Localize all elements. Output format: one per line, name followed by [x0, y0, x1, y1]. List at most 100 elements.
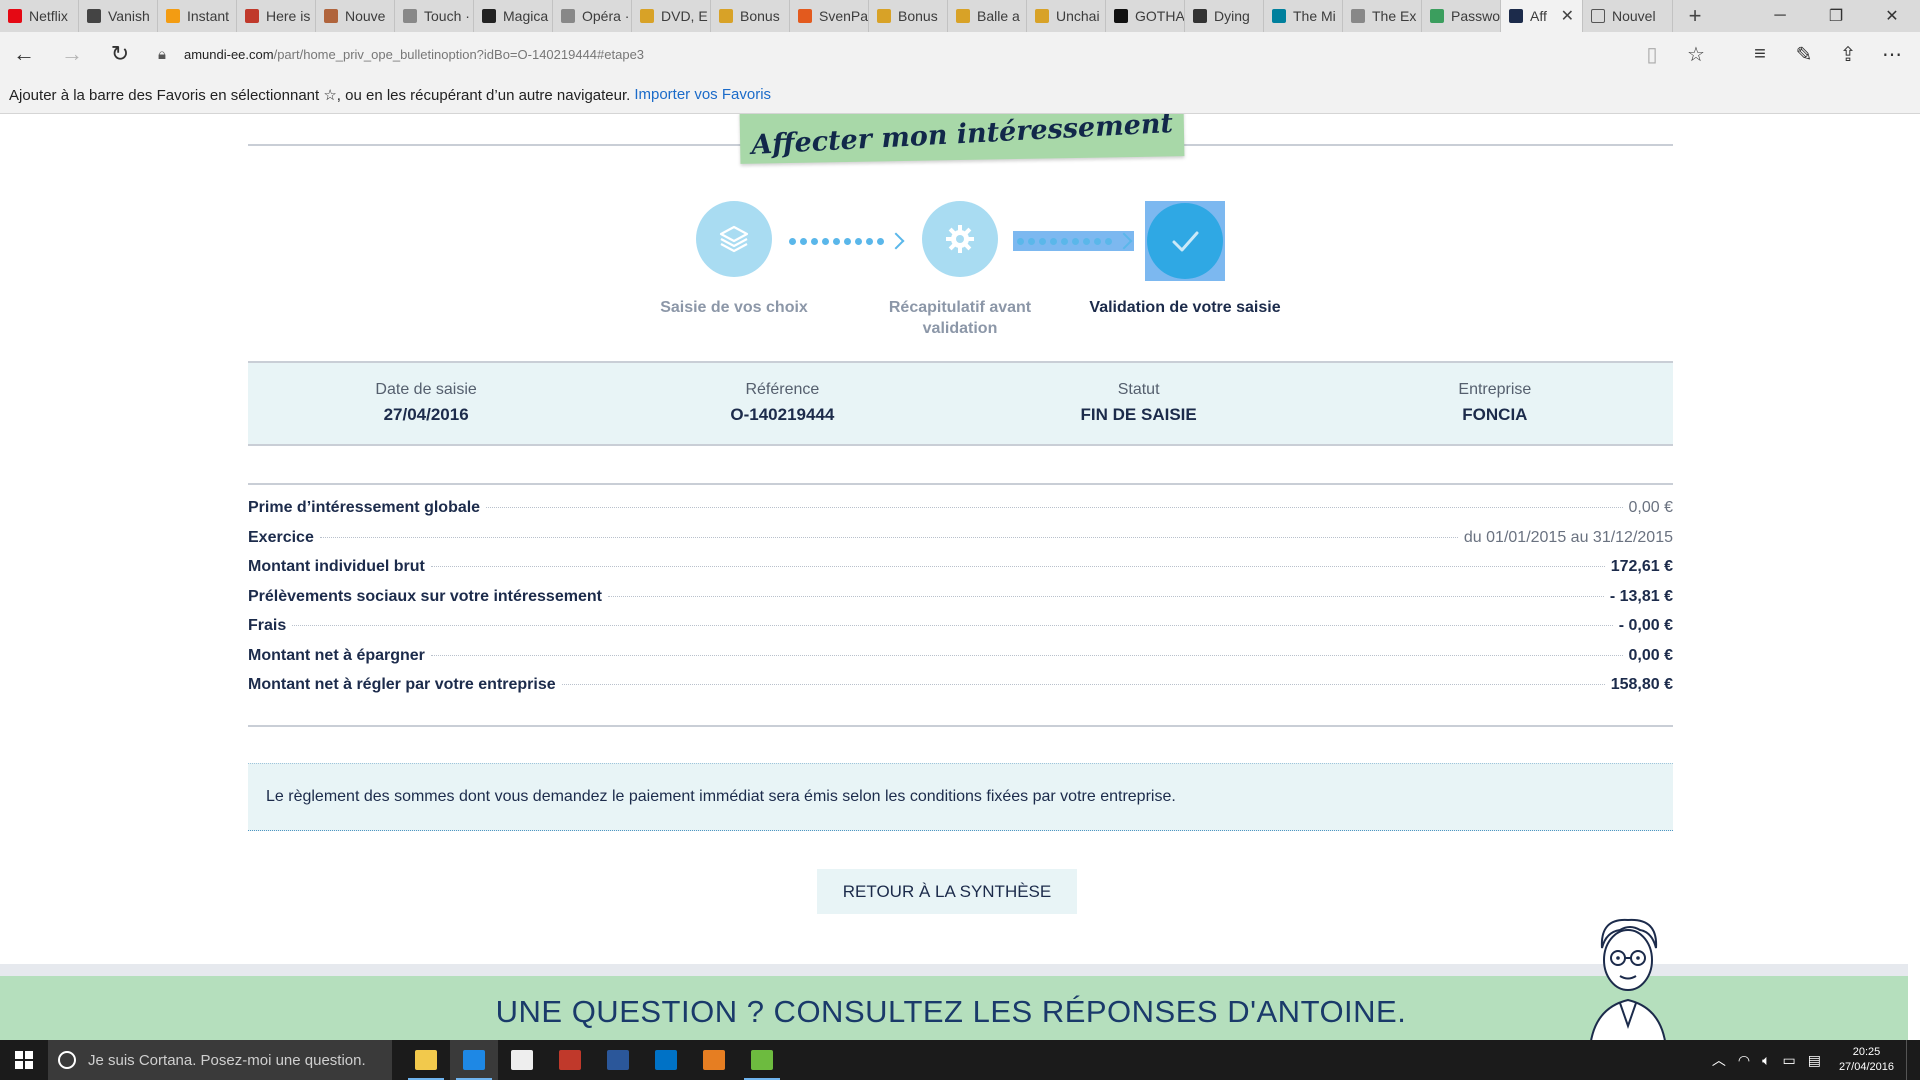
outlook-icon: [655, 1050, 677, 1070]
page-content: Affecter mon intéressement Saisie de vos…: [0, 114, 1920, 1048]
tab-active[interactable]: Aff ✕: [1501, 0, 1583, 32]
import-favorites-link[interactable]: Importer vos Favoris: [634, 86, 771, 103]
tab-15[interactable]: Dying: [1185, 0, 1264, 32]
summary-date: Date de saisie 27/04/2016: [248, 363, 604, 444]
summary-value: FIN DE SAISIE: [1080, 405, 1197, 424]
tab-7[interactable]: Opéra ·: [553, 0, 632, 32]
step-2-label: Récapitulatif avant validation: [888, 299, 1032, 337]
netflix-icon: [8, 9, 22, 23]
refresh-icon[interactable]: ↻: [96, 32, 144, 76]
url-host: amundi-ee.com: [183, 46, 274, 62]
taskbar-app-6[interactable]: [690, 1040, 738, 1080]
tab-label: Balle a: [977, 8, 1020, 24]
tab-10[interactable]: SvenPa: [790, 0, 869, 32]
battery-icon[interactable]: ▭: [1782, 1052, 1795, 1069]
volume-icon[interactable]: 🔈︎: [1762, 1052, 1770, 1069]
close-tab-icon[interactable]: ✕: [1561, 6, 1574, 26]
system-clock[interactable]: 20:25 27/04/2016: [1839, 1045, 1894, 1075]
page-scrollbar[interactable]: [1908, 114, 1920, 1048]
tab-label: Bonus: [740, 8, 780, 24]
tab-8[interactable]: DVD, E: [632, 0, 711, 32]
detail-row: Montant individuel brut 172,61 €: [248, 558, 1673, 588]
tab-13[interactable]: Unchai: [1027, 0, 1106, 32]
magic-icon: [482, 9, 496, 23]
taskbar-app-7[interactable]: [738, 1040, 786, 1080]
taskbar-app-4[interactable]: [594, 1040, 642, 1080]
tab-label: Opéra ·: [582, 8, 630, 24]
close-window-icon[interactable]: ✕: [1864, 0, 1920, 32]
taskbar-app-0[interactable]: [402, 1040, 450, 1080]
cortana-search-box[interactable]: Je suis Cortana. Posez-moi une question.: [48, 1040, 392, 1080]
taskbar-app-1[interactable]: [450, 1040, 498, 1080]
tab-1[interactable]: Vanish: [79, 0, 158, 32]
detail-value: du 01/01/2015 au 31/12/2015: [1463, 528, 1673, 546]
free-icon: [956, 9, 970, 23]
window-controls: ─ ❐ ✕: [1752, 0, 1920, 32]
tab-0[interactable]: Netflix: [0, 0, 79, 32]
tab-5[interactable]: Touch ·: [395, 0, 474, 32]
action-center-icon[interactable]: ▤: [1808, 1052, 1821, 1069]
star-icon: [166, 9, 180, 23]
tab-label: Passwo: [1451, 8, 1501, 24]
favorite-star-icon[interactable]: ☆: [1674, 42, 1718, 67]
taskbar-app-3[interactable]: [546, 1040, 594, 1080]
tray-chevron-icon[interactable]: ︿: [1712, 1050, 1726, 1070]
tab-6[interactable]: Magica: [474, 0, 553, 32]
restore-icon[interactable]: ❐: [1808, 0, 1864, 32]
free-icon: [719, 9, 733, 23]
new-tab-button[interactable]: +: [1673, 0, 1717, 32]
detail-value: - 0,00 €: [1618, 617, 1673, 634]
taskbar-app-5[interactable]: [642, 1040, 690, 1080]
tab-3[interactable]: Here is: [237, 0, 316, 32]
summary-panel: Date de saisie 27/04/2016 Référence O-14…: [248, 361, 1673, 446]
show-desktop-button[interactable]: [1906, 1040, 1912, 1080]
summary-label: Référence: [745, 381, 820, 398]
summary-value: O-140219444: [730, 405, 835, 424]
tab-2[interactable]: Instant: [158, 0, 237, 32]
tab-label: SvenPa: [819, 8, 869, 24]
back-icon[interactable]: ←: [0, 32, 48, 76]
address-bar[interactable]: 🔒︎ amundi-ee.com/part/home_priv_ope_bull…: [144, 32, 1630, 76]
utorrent-icon: [751, 1050, 773, 1070]
lock-icon: 🔒︎: [158, 45, 166, 63]
back-to-summary-button[interactable]: RETOUR À LA SYNTHÈSE: [817, 869, 1077, 914]
more-icon[interactable]: ⋯: [1870, 42, 1914, 67]
system-tray: ︿ ◠ 🔈︎ ▭ ▤ 20:25 27/04/2016: [1712, 1040, 1920, 1080]
slides-icon: [703, 1050, 725, 1070]
start-button[interactable]: [0, 1040, 48, 1080]
web-note-icon[interactable]: ✎: [1782, 42, 1826, 67]
page-icon: [561, 9, 575, 23]
summary-label: Date de saisie: [375, 381, 477, 398]
tab-14[interactable]: GOTHA: [1106, 0, 1185, 32]
m-icon: [324, 9, 338, 23]
reading-view-icon[interactable]: ▯: [1630, 42, 1674, 67]
tab-16[interactable]: The Mi: [1264, 0, 1343, 32]
tab-12[interactable]: Balle a: [948, 0, 1027, 32]
minimize-icon[interactable]: ─: [1752, 0, 1808, 32]
faq-footer-text: UNE QUESTION ? CONSULTEZ LES RÉPONSES D'…: [495, 994, 1407, 1029]
tab-4[interactable]: Nouve: [316, 0, 395, 32]
tab-17[interactable]: The Ex: [1343, 0, 1422, 32]
taskbar-app-2[interactable]: [498, 1040, 546, 1080]
page-icon: [1351, 9, 1365, 23]
tab-label: Netflix: [29, 8, 68, 24]
free-icon: [640, 9, 654, 23]
amazon-icon: [1193, 9, 1207, 23]
url-path: /part/home_priv_ope_bulletinoption?idBo=…: [273, 46, 645, 62]
tab-9[interactable]: Bonus: [711, 0, 790, 32]
tab-label: Unchai: [1056, 8, 1100, 24]
edge-icon: [463, 1050, 485, 1070]
forward-icon[interactable]: →: [48, 32, 96, 76]
word-icon: [607, 1050, 629, 1070]
page-title-banner: Affecter mon intéressement: [739, 114, 1185, 164]
hub-icon[interactable]: ≡: [1738, 43, 1782, 66]
share-icon[interactable]: ⇪: [1826, 42, 1870, 67]
tab-label: Bonus: [898, 8, 938, 24]
page-icon: [1591, 9, 1605, 23]
payment-notice: Le règlement des sommes dont vous demand…: [248, 763, 1673, 831]
free-icon: [877, 9, 891, 23]
wifi-icon[interactable]: ◠: [1738, 1052, 1750, 1069]
tab-new[interactable]: Nouvel: [1583, 0, 1673, 32]
tab-18[interactable]: Passwo: [1422, 0, 1501, 32]
tab-11[interactable]: Bonus: [869, 0, 948, 32]
